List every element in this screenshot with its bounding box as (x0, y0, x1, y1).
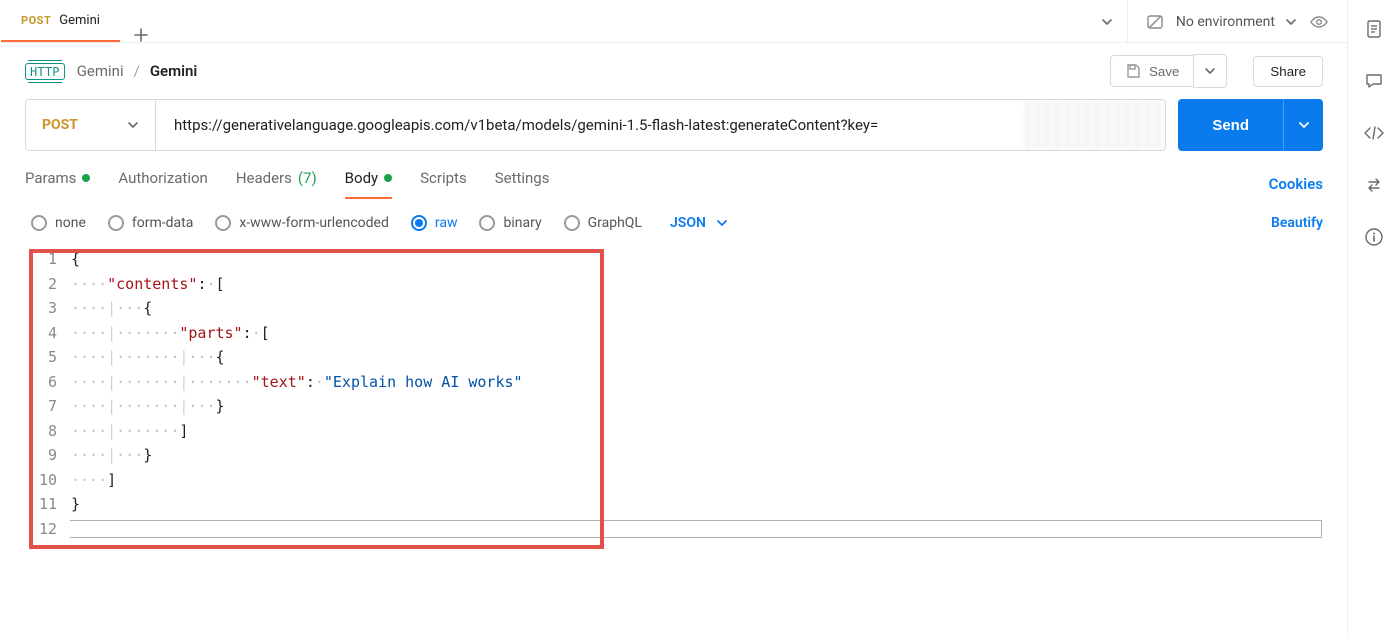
headers-count: (7) (298, 169, 317, 187)
beautify-button[interactable]: Beautify (1271, 215, 1323, 231)
chevron-down-icon (1101, 16, 1113, 28)
cookies-link[interactable]: Cookies (1269, 175, 1323, 193)
tab-authorization[interactable]: Authorization (118, 169, 207, 199)
send-button[interactable]: Send (1178, 99, 1283, 151)
chevron-down-icon (1285, 16, 1297, 28)
chevron-down-icon (1298, 119, 1310, 131)
save-button[interactable]: Save (1110, 55, 1193, 87)
tab-params[interactable]: Params (25, 169, 90, 199)
breadcrumb-collection[interactable]: Gemini (77, 62, 124, 80)
tab-label: Scripts (420, 169, 467, 187)
code-gutter: 1 2 3 4 5 6 7 8 9 10 11 12 (31, 247, 71, 541)
right-rail (1347, 1, 1399, 634)
green-dot-icon (384, 174, 392, 182)
radio-label: binary (503, 215, 541, 231)
tab-gemini[interactable]: POST Gemini (1, 0, 120, 42)
tab-label: Authorization (118, 169, 207, 187)
rail-code-button[interactable] (1363, 123, 1385, 143)
comment-icon (1364, 71, 1384, 91)
chevron-down-icon (1204, 65, 1216, 77)
body-type-binary[interactable]: binary (479, 215, 541, 231)
breadcrumb-separator: / (134, 62, 140, 80)
tab-label: Body (345, 169, 378, 187)
tabs-overflow-button[interactable] (1087, 1, 1127, 42)
plus-icon (134, 28, 148, 42)
swap-icon (1364, 175, 1384, 195)
send-dropdown-button[interactable] (1283, 99, 1323, 151)
share-button[interactable]: Share (1253, 56, 1323, 87)
tabs-region: POST Gemini (1, 1, 1087, 42)
radio-label: form-data (132, 215, 193, 231)
tab-label: Params (25, 169, 76, 187)
save-dropdown-button[interactable] (1193, 54, 1227, 88)
body-type-urlencoded[interactable]: x-www-form-urlencoded (215, 215, 389, 231)
request-tabs-row: Params Authorization Headers (7) Body Sc… (1, 151, 1347, 199)
rail-related-button[interactable] (1364, 175, 1384, 195)
http-method-select[interactable]: POST (26, 100, 156, 150)
tab-scripts[interactable]: Scripts (420, 169, 467, 199)
request-box: POST (25, 99, 1166, 151)
code-editor[interactable]: 1 2 3 4 5 6 7 8 9 10 11 12 { ····"conten… (1, 247, 1347, 541)
no-environment-icon (1146, 13, 1164, 31)
environment-quicklook-button[interactable] (1309, 12, 1329, 32)
code-editor-wrap: 1 2 3 4 5 6 7 8 9 10 11 12 { ····"conten… (1, 247, 1347, 541)
code-lines[interactable]: { ····"contents":·[ ····|···{ ····|·····… (71, 247, 1347, 541)
tab-headers[interactable]: Headers (7) (236, 169, 317, 199)
tab-settings[interactable]: Settings (495, 169, 550, 199)
url-input[interactable] (156, 100, 1025, 150)
radio-label: x-www-form-urlencoded (239, 215, 389, 231)
info-icon (1364, 227, 1384, 247)
save-button-group: Save (1110, 54, 1227, 88)
green-dot-icon (82, 174, 90, 182)
environment-label: No environment (1176, 14, 1275, 30)
body-type-graphql[interactable]: GraphQL (564, 215, 642, 231)
chevron-down-icon (716, 217, 728, 229)
raw-format-select[interactable]: JSON (670, 215, 728, 231)
http-method-value: POST (42, 117, 78, 133)
breadcrumbs: Gemini / Gemini (77, 62, 198, 80)
app-root: POST Gemini No environment (0, 0, 1400, 635)
rail-info-button[interactable] (1364, 227, 1384, 247)
breadcrumb-request: Gemini (150, 62, 198, 80)
chevron-down-icon (127, 119, 139, 131)
body-type-form-data[interactable]: form-data (108, 215, 193, 231)
code-icon (1363, 123, 1385, 143)
save-icon (1125, 63, 1141, 79)
radio-label: raw (435, 215, 458, 231)
http-badge: HTTP (25, 63, 65, 80)
url-row: POST Send (1, 99, 1347, 151)
url-redacted-segment (1025, 100, 1165, 150)
tab-title: Gemini (59, 13, 100, 28)
main-column: POST Gemini No environment (1, 1, 1347, 634)
breadcrumb-row: HTTP Gemini / Gemini Save Share (1, 43, 1347, 99)
tab-body[interactable]: Body (345, 169, 392, 199)
body-type-none[interactable]: none (31, 215, 86, 231)
top-tabs-row: POST Gemini No environment (1, 1, 1347, 43)
new-tab-button[interactable] (120, 28, 162, 42)
rail-documentation-button[interactable] (1364, 19, 1384, 39)
raw-format-value: JSON (670, 215, 706, 231)
radio-label: GraphQL (588, 215, 642, 231)
tab-label: Settings (495, 169, 550, 187)
tab-method-badge: POST (21, 14, 51, 27)
body-type-row: none form-data x-www-form-urlencoded raw… (1, 199, 1347, 241)
radio-label: none (55, 215, 86, 231)
tab-label: Headers (236, 169, 292, 187)
send-split: Send (1178, 99, 1323, 151)
rail-comments-button[interactable] (1364, 71, 1384, 91)
environment-area: No environment (1127, 1, 1347, 42)
save-label: Save (1149, 64, 1179, 79)
eye-icon (1309, 12, 1329, 32)
document-icon (1364, 19, 1384, 39)
environment-select[interactable]: No environment (1176, 14, 1297, 30)
body-type-raw[interactable]: raw (411, 215, 458, 231)
